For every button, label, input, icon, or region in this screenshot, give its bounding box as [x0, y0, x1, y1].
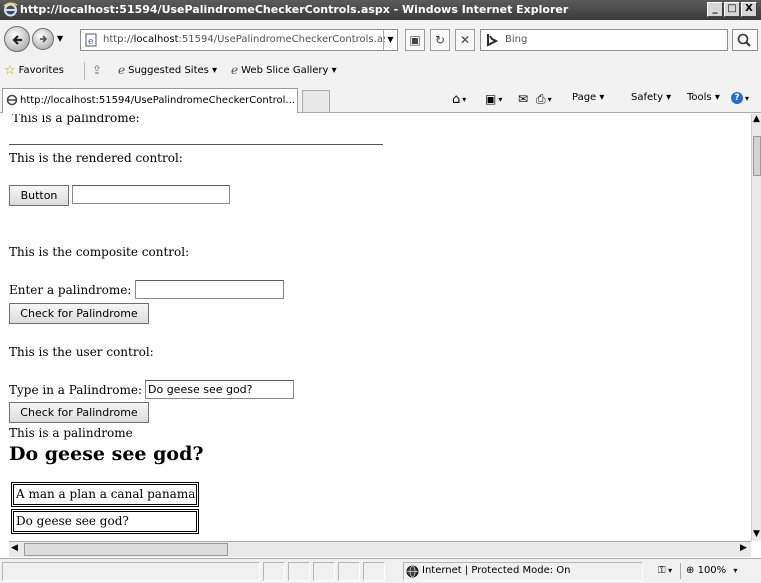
compatibility-view-icon[interactable]: ▣: [405, 29, 425, 51]
user-prompt-label: Type in a Palindrome:: [9, 383, 142, 397]
mail-icon: ✉: [518, 92, 529, 106]
ie-page-icon: ℯ: [231, 63, 239, 77]
navigation-bar: ▼ e http://localhost:51594/UsePalindrome…: [0, 20, 761, 58]
status-segment: [263, 562, 285, 581]
web-slice-gallery-button[interactable]: ℯ Web Slice Gallery ▾: [231, 63, 337, 77]
close-button[interactable]: X: [741, 2, 757, 17]
page-icon: e: [85, 33, 97, 47]
status-segment: [313, 562, 335, 581]
horizontal-scroll-thumb[interactable]: [24, 543, 228, 556]
stop-icon[interactable]: ✕: [455, 29, 475, 51]
status-segment: [288, 562, 310, 581]
page-content: This is a palindrome: This is the render…: [9, 114, 751, 541]
tab-label: http://localhost:51594/UsePalindromeChec…: [20, 95, 295, 106]
search-placeholder: Bing: [505, 34, 528, 45]
print-button[interactable]: ⎙ ▾: [536, 92, 552, 107]
bing-icon: [485, 33, 501, 47]
scroll-down-icon[interactable]: ▼: [753, 529, 760, 539]
zoom-control[interactable]: ⊕ 100% ▾: [686, 565, 737, 576]
result-heading: Do geese see god?: [9, 443, 204, 465]
zoom-icon: ⊕: [686, 565, 695, 576]
title-bar: http://localhost:51594/UsePalindromeChec…: [0, 0, 761, 20]
page-menu[interactable]: Page ▾: [572, 92, 604, 103]
result-text: This is a palindrome: [9, 426, 133, 440]
home-icon: ⌂: [452, 92, 461, 107]
user-check-button[interactable]: Check for Palindrome: [9, 402, 149, 423]
history-dropdown-icon[interactable]: ▼: [57, 34, 63, 43]
divider: [680, 563, 681, 579]
window-title: http://localhost:51594/UsePalindromeChec…: [20, 3, 569, 16]
composite-control-heading: This is the composite control:: [9, 245, 190, 259]
address-dropdown-icon[interactable]: ▼: [383, 30, 397, 50]
suggested-sites-button[interactable]: ℯ Suggested Sites ▾: [118, 63, 217, 77]
ie-page-icon: ℯ: [118, 63, 126, 77]
horizontal-rule: [9, 144, 383, 145]
add-to-favorites-button[interactable]: ⇪: [92, 63, 102, 77]
user-control-heading: This is the user control:: [9, 345, 154, 359]
back-arrow-icon: [12, 35, 22, 45]
user-palindrome-input[interactable]: Do geese see god?: [145, 380, 294, 399]
globe-icon: [406, 565, 419, 578]
palindrome-label: This is a palindrome:: [12, 114, 140, 125]
tab-bar: http://localhost:51594/UsePalindromeChec…: [0, 84, 761, 113]
forward-button[interactable]: [32, 28, 54, 50]
status-bar: Internet | Protected Mode: On ⚿ ▾ ⊕ 100%…: [0, 558, 761, 583]
home-button[interactable]: ⌂ ▾: [452, 92, 466, 107]
table-row: Do geese see god?: [11, 509, 199, 534]
suggested-sites-label: Suggested Sites ▾: [128, 64, 218, 76]
rss-icon: ▣: [485, 92, 497, 106]
tab-current-page[interactable]: http://localhost:51594/UsePalindromeChec…: [2, 88, 298, 113]
ie-page-icon: [6, 94, 18, 106]
feeds-button[interactable]: ▣ ▾: [485, 92, 502, 106]
forward-arrow-icon: [40, 35, 48, 43]
table-row: A man a plan a canal panama: [11, 482, 199, 507]
safety-menu[interactable]: Safety ▾: [631, 92, 671, 103]
composite-check-button[interactable]: Check for Palindrome: [9, 303, 149, 324]
refresh-icon[interactable]: ↻: [430, 29, 450, 51]
tools-menu[interactable]: Tools ▾: [687, 92, 720, 103]
scroll-left-icon[interactable]: ◀: [11, 543, 18, 553]
printer-icon: ⎙: [536, 92, 546, 106]
composite-prompt-label: Enter a palindrome:: [9, 283, 132, 297]
zoom-dropdown-icon[interactable]: ▾: [733, 566, 737, 575]
vertical-scroll-thumb[interactable]: [753, 136, 761, 176]
status-segment: [338, 562, 360, 581]
add-favorite-icon: ⇪: [92, 63, 103, 77]
help-button[interactable]: ? ▾: [731, 92, 749, 104]
help-icon: ?: [731, 92, 743, 104]
security-zone-text: Internet | Protected Mode: On: [422, 565, 571, 576]
favorites-button[interactable]: ☆ Favorites: [4, 63, 64, 78]
status-segment: [363, 562, 385, 581]
minimize-button[interactable]: _: [707, 2, 723, 17]
search-button[interactable]: [732, 29, 758, 51]
back-button[interactable]: [4, 26, 30, 52]
protected-mode-button[interactable]: ⚿ ▾: [658, 565, 672, 576]
zoom-level: 100%: [697, 565, 727, 576]
search-icon: [737, 33, 751, 47]
maximize-button[interactable]: □: [724, 2, 740, 17]
new-tab-button[interactable]: [302, 90, 330, 112]
star-icon: ☆: [4, 63, 16, 78]
ie-logo-icon: [3, 2, 18, 17]
scroll-up-icon[interactable]: ▲: [753, 114, 760, 124]
rendered-control-heading: This is the rendered control:: [9, 151, 183, 165]
search-box[interactable]: Bing: [480, 29, 728, 51]
rendered-button[interactable]: Button: [9, 185, 69, 206]
lock-icon: ⚿: [658, 565, 666, 576]
web-slice-gallery-label: Web Slice Gallery ▾: [241, 64, 337, 76]
favorites-bar: ☆ Favorites ⇪ ℯ Suggested Sites ▾ ℯ Web …: [0, 58, 761, 84]
address-bar[interactable]: e http://localhost:51594/UsePalindromeCh…: [80, 29, 398, 51]
vertical-scrollbar[interactable]: [751, 114, 761, 541]
favorites-label: Favorites: [18, 65, 64, 76]
read-mail-button[interactable]: ✉: [518, 92, 528, 106]
rendered-text-input[interactable]: [72, 185, 230, 204]
composite-palindrome-input[interactable]: [135, 280, 284, 299]
scroll-right-icon[interactable]: ▶: [740, 543, 747, 553]
svg-text:e: e: [88, 37, 93, 47]
status-segment: [2, 562, 260, 581]
divider: [84, 62, 85, 80]
address-url[interactable]: http://localhost:51594/UsePalindromeChec…: [103, 34, 385, 45]
